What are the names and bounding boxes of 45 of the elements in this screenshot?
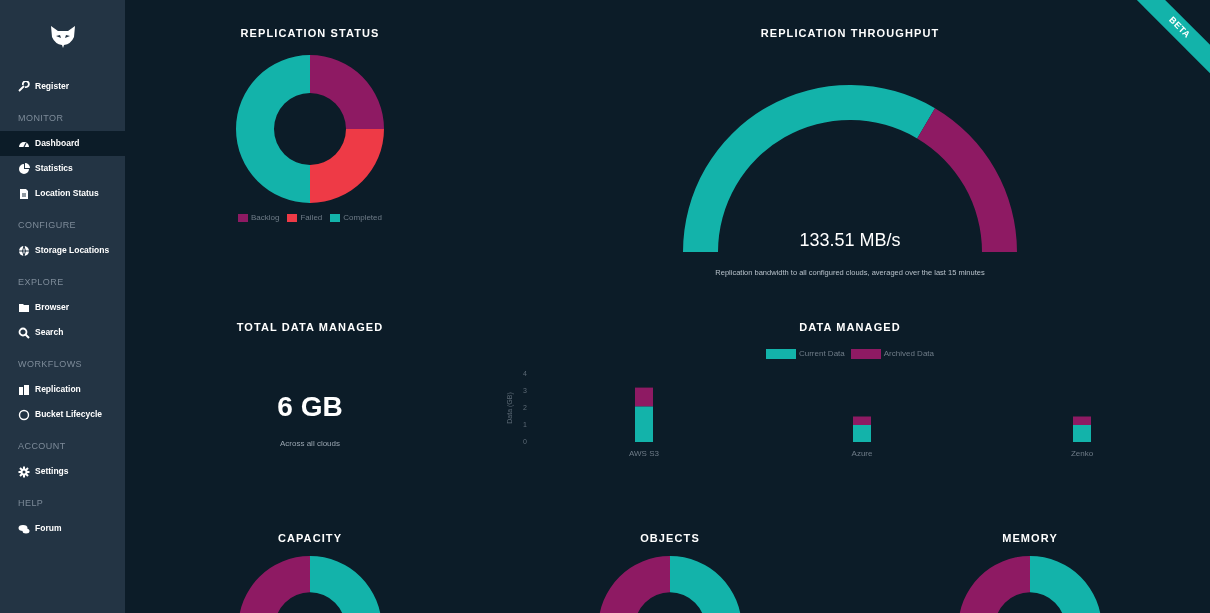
sidebar-item[interactable]: Browser	[0, 295, 125, 320]
category-label: AWS S3	[629, 449, 659, 458]
total-value: 6 GB	[277, 390, 343, 424]
sidebar-heading: HELP	[18, 497, 44, 511]
folder-icon	[18, 301, 30, 314]
sidebar-item[interactable]: Forum	[0, 516, 125, 541]
sidebar-item[interactable]: Bucket Lifecycle	[0, 402, 125, 427]
legend-label: Completed	[343, 212, 382, 224]
section-title: TOTAL DATA MANAGED	[236, 319, 384, 335]
throughput-value: 133.51 MB/s	[799, 230, 901, 250]
settings-icon	[18, 465, 30, 478]
sidebar-item[interactable]: Location Status	[0, 181, 125, 206]
section-title: DATA MANAGED	[799, 319, 901, 335]
wrench-icon	[18, 80, 30, 93]
sidebar-item[interactable]: Dashboard	[0, 131, 125, 156]
section-title: MEMORY	[1002, 530, 1058, 546]
sidebar-heading: WORKFLOWS	[18, 358, 83, 372]
legend-label: Current Data	[798, 348, 845, 360]
raccoon-logo-icon[interactable]	[48, 25, 77, 49]
legend-label: Backlog	[251, 212, 280, 224]
category-label: Azure	[851, 449, 873, 458]
sidebar-item[interactable]: Storage Locations	[0, 238, 125, 263]
sidebar-heading: ACCOUNT	[18, 440, 66, 454]
sidebar-heading: EXPLORE	[18, 276, 64, 290]
circle-icon	[18, 408, 30, 421]
pie-chart-icon	[18, 162, 30, 175]
copy-icon	[18, 383, 30, 396]
sidebar-item[interactable]: Register	[0, 74, 125, 99]
legend-label: Failed	[300, 212, 323, 224]
category-label: Zenko	[1070, 449, 1094, 458]
chat-icon	[18, 522, 30, 535]
total-caption: Across all clouds	[280, 438, 340, 450]
legend-label: Archived Data	[883, 348, 934, 360]
sidebar-heading: CONFIGURE	[18, 219, 77, 233]
section-title: REPLICATION THROUGHPUT	[760, 25, 940, 41]
section-title: CAPACITY	[277, 530, 343, 546]
section-title: REPLICATION STATUS	[240, 25, 380, 41]
sidebar-item[interactable]: Settings	[0, 459, 125, 484]
document-icon	[18, 187, 30, 200]
sidebar-item[interactable]: Search	[0, 320, 125, 345]
search-icon	[18, 326, 30, 339]
sidebar-item[interactable]: Statistics	[0, 156, 125, 181]
section-title: OBJECTS	[640, 530, 700, 546]
sidebar-heading: MONITOR	[18, 112, 64, 126]
sidebar-item[interactable]: Replication	[0, 377, 125, 402]
